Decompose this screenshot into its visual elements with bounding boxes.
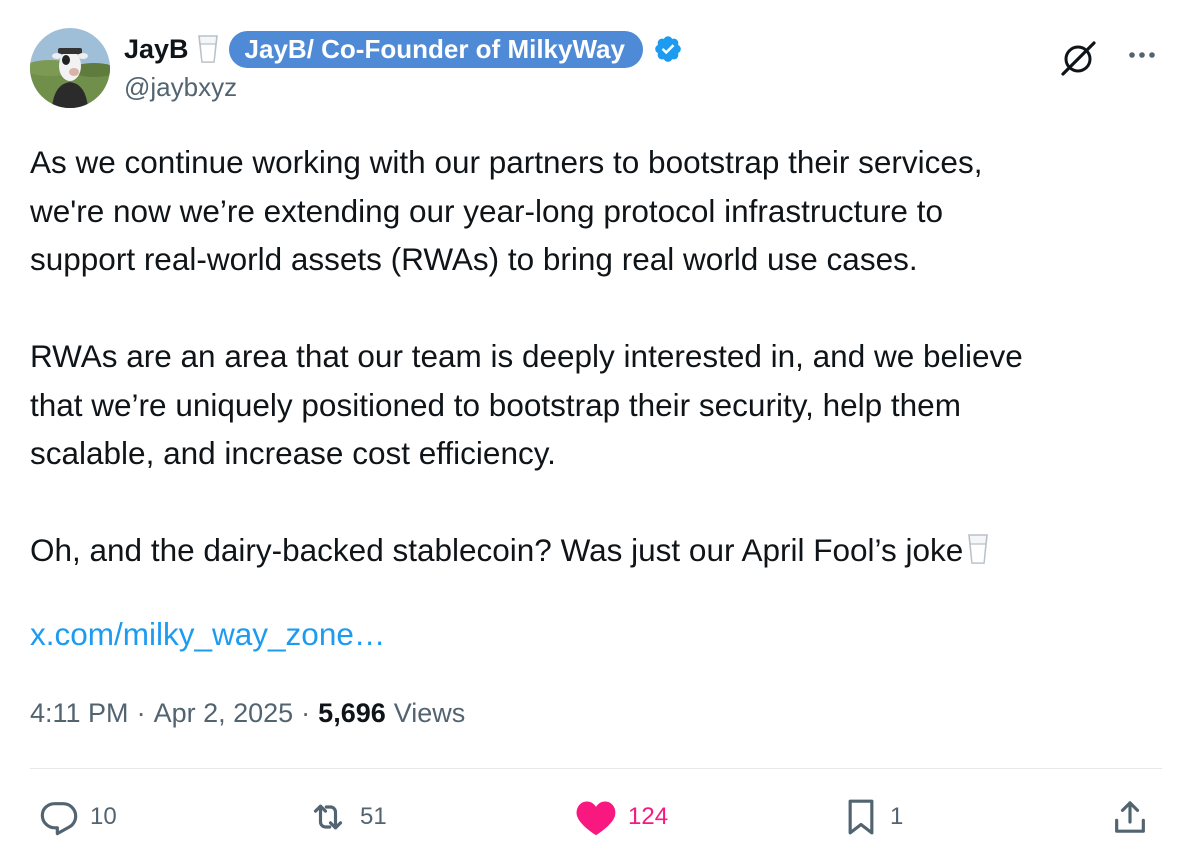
views-count: 5,696: [318, 698, 386, 728]
tweet-paragraph: Oh, and the dairy-backed stablecoin? Was…: [30, 526, 1160, 575]
more-options-icon[interactable]: [1122, 40, 1162, 70]
views-label: Views: [393, 698, 466, 728]
repost-icon: [313, 804, 343, 830]
reply-icon: [40, 802, 78, 836]
share-icon: [1115, 801, 1145, 833]
tweet-meta: 4:11 PM · Apr 2, 2025 · 5,696 Views: [30, 698, 465, 729]
reply-count: 10: [90, 803, 117, 830]
bookmark-icon: [848, 799, 874, 835]
tweet-paragraph: RWAs are an area that our team is deeply…: [30, 338, 1023, 471]
affiliation-badge[interactable]: JayB/ Co-Founder of MilkyWay: [228, 30, 643, 68]
avatar[interactable]: [30, 28, 110, 108]
grok-icon[interactable]: [1056, 38, 1100, 78]
repost-count: 51: [360, 803, 387, 830]
like-count: 124: [628, 803, 669, 830]
milk-glass-icon: [197, 35, 218, 63]
share-button[interactable]: [1110, 796, 1150, 838]
author-name-row: JayB JayB/ Co-Founder of MilkyWay: [124, 30, 683, 68]
verified-badge-icon[interactable]: [653, 34, 683, 64]
tweet-link[interactable]: x.com/milky_way_zone…: [30, 616, 385, 653]
like-button[interactable]: 124: [574, 796, 668, 838]
divider: [30, 768, 1162, 769]
meta-separator: ·: [301, 698, 311, 728]
tweet-date[interactable]: Apr 2, 2025: [154, 698, 294, 729]
reply-button[interactable]: 10: [38, 796, 117, 838]
heart-icon: [576, 801, 616, 836]
tweet-paragraph-text: Oh, and the dairy-backed stablecoin? Was…: [30, 532, 964, 568]
milk-glass-icon: [968, 534, 989, 564]
repost-button[interactable]: 51: [306, 796, 387, 838]
tweet-time[interactable]: 4:11 PM: [30, 698, 129, 729]
tweet-text: As we continue working with our partners…: [30, 138, 1160, 575]
affiliation-label: JayB/ Co-Founder of MilkyWay: [244, 33, 625, 64]
bookmark-button[interactable]: 1: [842, 796, 903, 838]
cow-avatar-image: [30, 28, 110, 108]
author-handle[interactable]: @jaybxyz: [124, 72, 237, 103]
display-name[interactable]: JayB: [124, 34, 189, 65]
tweet-paragraph: As we continue working with our partners…: [30, 144, 983, 277]
meta-separator: ·: [136, 698, 146, 728]
bookmark-count: 1: [890, 803, 904, 830]
